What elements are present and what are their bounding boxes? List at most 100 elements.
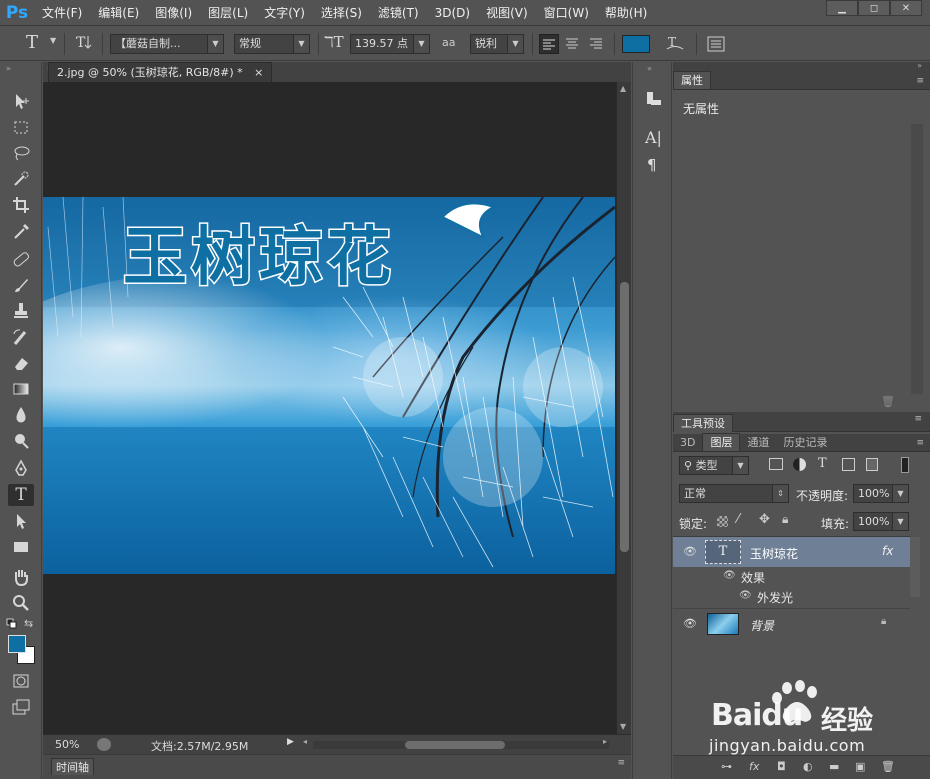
panel-menu-icon[interactable]: ≡ <box>617 758 625 768</box>
close-button[interactable]: ✕ <box>890 0 922 16</box>
foreground-color-swatch[interactable] <box>8 635 26 653</box>
layer-row-text[interactable]: 👁︎ T 玉树琼花 fx <box>673 537 910 567</box>
lock-pixels-icon[interactable]: ⁄ <box>737 512 739 527</box>
layer-name[interactable]: 背景 <box>750 617 774 634</box>
close-tab-icon[interactable]: × <box>254 66 263 79</box>
pen-tool-icon[interactable] <box>8 458 34 480</box>
menu-select[interactable]: 选择(S) <box>313 1 370 25</box>
vertical-scrollbar[interactable]: ▲ ▼ <box>616 82 631 734</box>
scroll-right-icon[interactable]: ▸ <box>603 737 607 746</box>
scroll-left-icon[interactable]: ◂ <box>303 737 307 746</box>
tab-tool-presets[interactable]: 工具预设 <box>673 414 733 432</box>
document-image[interactable]: 玉树琼花 <box>43 197 615 574</box>
minimize-button[interactable]: ▁ <box>826 0 858 16</box>
font-family-select[interactable]: 【蘑菇自制... ▼ <box>110 34 224 54</box>
tab-properties[interactable]: 属性 <box>673 71 711 89</box>
align-center-button[interactable] <box>563 34 583 54</box>
default-colors-icon[interactable] <box>6 618 18 633</box>
new-adjustment-icon[interactable]: ◐ <box>803 760 813 773</box>
filter-smart-object-icon[interactable] <box>866 458 878 471</box>
visibility-eye-icon[interactable]: 👁︎ <box>723 570 736 581</box>
type-tool-preset-icon[interactable]: T <box>26 32 38 53</box>
color-swatches[interactable] <box>8 635 35 664</box>
swap-colors-icon[interactable]: ⇆ <box>24 617 33 630</box>
panel-menu-icon[interactable]: ≡ <box>914 414 922 424</box>
lock-transparency-icon[interactable] <box>717 516 728 527</box>
zoom-level[interactable]: 50% <box>55 738 79 751</box>
tool-presets-dock-icon[interactable] <box>643 88 663 111</box>
filter-type-icon[interactable]: T <box>818 456 827 471</box>
menu-edit[interactable]: 编辑(E) <box>90 1 147 25</box>
visibility-eye-icon[interactable]: 👁︎ <box>739 590 752 601</box>
new-layer-icon[interactable]: ▣ <box>855 760 865 773</box>
document-tab[interactable]: 2.jpg @ 50% (玉树琼花, RGB/8#) * × <box>48 62 273 82</box>
blend-mode-select[interactable]: 正常 ⇕ <box>679 484 789 503</box>
align-left-button[interactable] <box>539 34 559 54</box>
add-mask-icon[interactable]: ◘ <box>777 760 786 773</box>
blur-tool-icon[interactable] <box>8 404 34 426</box>
status-info-icon[interactable] <box>97 738 111 751</box>
filter-shape-icon[interactable] <box>842 458 855 471</box>
link-layers-icon[interactable]: ⊶ <box>721 760 732 773</box>
visibility-eye-icon[interactable]: 👁︎ <box>683 545 697 559</box>
filter-pixel-icon[interactable] <box>769 458 783 470</box>
healing-brush-tool-icon[interactable] <box>8 248 34 270</box>
align-right-button[interactable] <box>587 34 607 54</box>
gradient-tool-icon[interactable] <box>8 378 34 400</box>
filter-toggle[interactable] <box>901 457 909 473</box>
layers-scrollbar[interactable] <box>910 537 920 597</box>
hand-tool-icon[interactable] <box>8 566 34 588</box>
tab-channels[interactable]: 通道 <box>740 434 776 451</box>
path-selection-tool-icon[interactable] <box>8 510 34 532</box>
properties-scrollbar[interactable] <box>911 124 923 394</box>
menu-image[interactable]: 图像(I) <box>147 1 200 25</box>
brush-tool-icon[interactable] <box>8 274 34 296</box>
warp-text-icon[interactable]: T <box>664 32 686 52</box>
menu-file[interactable]: 文件(F) <box>34 1 90 25</box>
font-size-select[interactable]: 139.57 点 ▼ <box>350 34 430 54</box>
crop-tool-icon[interactable] <box>8 194 34 216</box>
panel-menu-icon[interactable]: ≡ <box>916 73 924 89</box>
status-menu-arrow-icon[interactable]: ▶ <box>287 737 294 747</box>
layer-fx-badge[interactable]: fx <box>882 544 893 558</box>
rectangle-tool-icon[interactable] <box>8 536 34 558</box>
character-panel-icon[interactable] <box>706 35 726 55</box>
dodge-tool-icon[interactable] <box>8 430 34 452</box>
horizontal-scrollbar[interactable] <box>313 741 609 749</box>
marquee-tool-icon[interactable] <box>8 116 34 138</box>
menu-window[interactable]: 窗口(W) <box>536 1 597 25</box>
collapse-icon[interactable]: » <box>917 61 922 70</box>
scrollbar-thumb[interactable] <box>405 741 505 749</box>
tab-3d[interactable]: 3D <box>673 434 702 451</box>
scroll-down-icon[interactable]: ▼ <box>620 722 626 731</box>
font-style-select[interactable]: 常规 ▼ <box>234 34 310 54</box>
history-brush-tool-icon[interactable] <box>8 326 34 348</box>
new-group-icon[interactable]: ▬ <box>829 760 839 773</box>
clone-stamp-tool-icon[interactable] <box>8 300 34 322</box>
anti-alias-select[interactable]: 锐利 ▼ <box>470 34 524 54</box>
toggle-text-orientation-icon[interactable]: T <box>74 32 94 52</box>
layer-filter-select[interactable]: ⚲ 类型 ▼ <box>679 456 749 475</box>
menu-view[interactable]: 视图(V) <box>478 1 536 25</box>
paragraph-dock-icon[interactable]: ¶ <box>647 156 657 174</box>
layer-effect-item[interactable]: 👁︎ 外发光 <box>673 587 910 607</box>
zoom-tool-icon[interactable] <box>8 592 34 614</box>
fill-input[interactable]: 100% ▼ <box>853 512 909 531</box>
panel-menu-icon[interactable]: ≡ <box>916 435 924 451</box>
menu-layer[interactable]: 图层(L) <box>200 1 256 25</box>
scroll-up-icon[interactable]: ▲ <box>620 84 626 93</box>
menu-type[interactable]: 文字(Y) <box>256 1 313 25</box>
menu-filter[interactable]: 滤镜(T) <box>370 1 427 25</box>
layer-effects-row[interactable]: 👁︎ 效果 <box>673 567 910 587</box>
menu-help[interactable]: 帮助(H) <box>597 1 655 25</box>
tab-layers[interactable]: 图层 <box>702 433 741 451</box>
character-dock-icon[interactable]: A| <box>645 128 662 147</box>
timeline-tab[interactable]: 时间轴 <box>51 758 94 775</box>
quick-selection-tool-icon[interactable] <box>8 168 34 190</box>
tab-history[interactable]: 历史记录 <box>776 434 834 451</box>
filter-adjustment-icon[interactable] <box>793 458 806 471</box>
visibility-eye-icon[interactable]: 👁︎ <box>683 617 697 631</box>
delete-layer-icon[interactable]: 🗑 <box>881 760 895 773</box>
eyedropper-tool-icon[interactable] <box>8 220 34 242</box>
chevron-down-icon[interactable]: ▼ <box>50 36 56 56</box>
